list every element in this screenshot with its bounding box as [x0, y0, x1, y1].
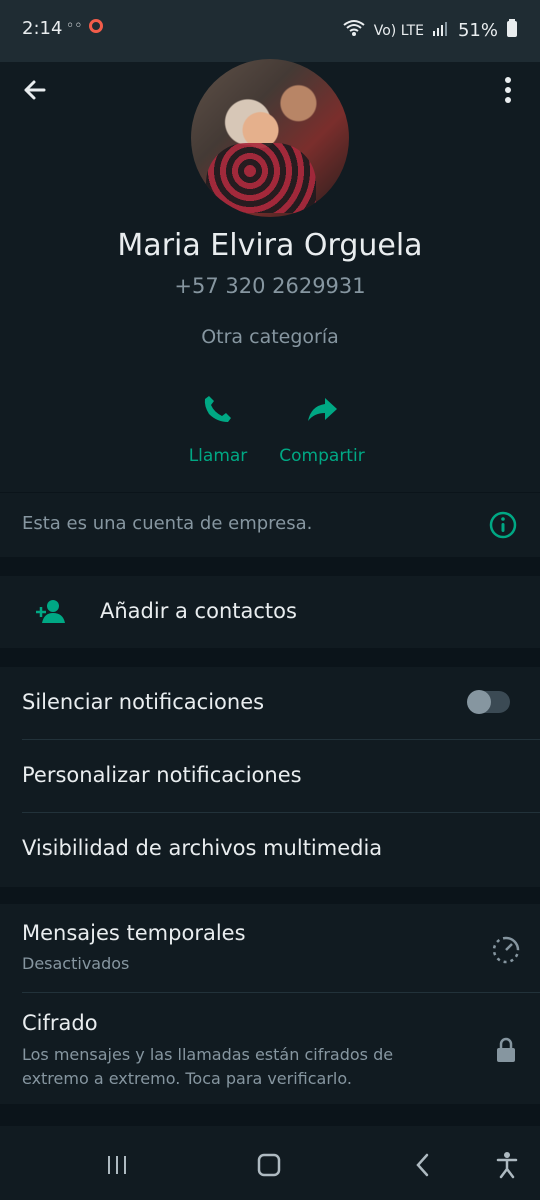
disappearing-messages-status: Desactivados	[22, 954, 130, 973]
media-visibility-label: Visibilidad de archivos multimedia	[22, 836, 383, 860]
business-account-text: Esta es una cuenta de empresa.	[22, 513, 313, 534]
encryption-label: Cifrado	[22, 1011, 98, 1035]
info-icon[interactable]	[488, 510, 518, 540]
disappearing-messages-row[interactable]: Mensajes temporales Desactivados	[0, 904, 540, 992]
share-action[interactable]: Compartir	[262, 390, 382, 466]
mute-notifications-row[interactable]: Silenciar notificaciones	[0, 667, 540, 739]
status-right-icons: Vo) LTE 51%	[342, 18, 518, 43]
call-label: Llamar	[188, 446, 248, 466]
timer-icon	[490, 934, 522, 966]
add-contact-icon	[34, 596, 66, 628]
encryption-row[interactable]: Cifrado Los mensajes y las llamadas está…	[0, 993, 540, 1104]
mute-notifications-toggle[interactable]	[467, 690, 510, 714]
avatar[interactable]	[191, 59, 349, 217]
home-button[interactable]	[252, 1148, 286, 1182]
recording-icon	[88, 19, 103, 33]
add-contact-section[interactable]: Añadir a contactos	[0, 576, 540, 648]
status-time: 2:14	[22, 18, 63, 39]
system-navigation-bar	[0, 1126, 540, 1200]
signal-icon	[432, 19, 450, 42]
business-account-note[interactable]: Esta es una cuenta de empresa.	[0, 493, 540, 557]
custom-notifications-label: Personalizar notificaciones	[22, 763, 302, 787]
status-left-icons: ◦◦	[66, 18, 103, 34]
system-back-button[interactable]	[406, 1148, 440, 1182]
share-icon	[303, 390, 341, 428]
notifications-section: Silenciar notificaciones Personalizar no…	[0, 667, 540, 887]
call-action[interactable]: Llamar	[158, 390, 278, 466]
more-options-button[interactable]	[488, 70, 528, 110]
mute-notifications-label: Silenciar notificaciones	[22, 690, 265, 714]
wifi-icon	[342, 18, 366, 43]
encryption-description: Los mensajes y las llamadas están cifrad…	[22, 1045, 394, 1088]
lock-icon	[492, 1036, 520, 1064]
add-to-contacts-label: Añadir a contactos	[100, 599, 297, 623]
battery-percentage: 51%	[457, 20, 498, 41]
voicemail-icon: ◦◦	[66, 18, 83, 34]
contact-name: Maria Elvira Orguela	[117, 228, 423, 263]
status-bar: 2:14 ◦◦ Vo) LTE 51%	[0, 0, 540, 62]
disappearing-messages-label: Mensajes temporales	[22, 921, 246, 945]
battery-icon	[506, 18, 518, 43]
back-button[interactable]	[18, 70, 58, 110]
custom-notifications-row[interactable]: Personalizar notificaciones	[0, 740, 540, 812]
privacy-section: Mensajes temporales Desactivados Cifrado…	[0, 904, 540, 1104]
business-category: Otra categoría	[201, 326, 339, 348]
recents-button[interactable]	[100, 1148, 134, 1182]
accessibility-button[interactable]	[490, 1148, 524, 1182]
network-label: Vo) LTE	[373, 22, 424, 39]
phone-icon	[199, 390, 237, 428]
contact-phone: +57 320 2629931	[174, 274, 366, 298]
share-label: Compartir	[279, 446, 365, 466]
contact-header: Maria Elvira Orguela +57 320 2629931 Otr…	[0, 59, 540, 492]
media-visibility-row[interactable]: Visibilidad de archivos multimedia	[0, 813, 540, 885]
